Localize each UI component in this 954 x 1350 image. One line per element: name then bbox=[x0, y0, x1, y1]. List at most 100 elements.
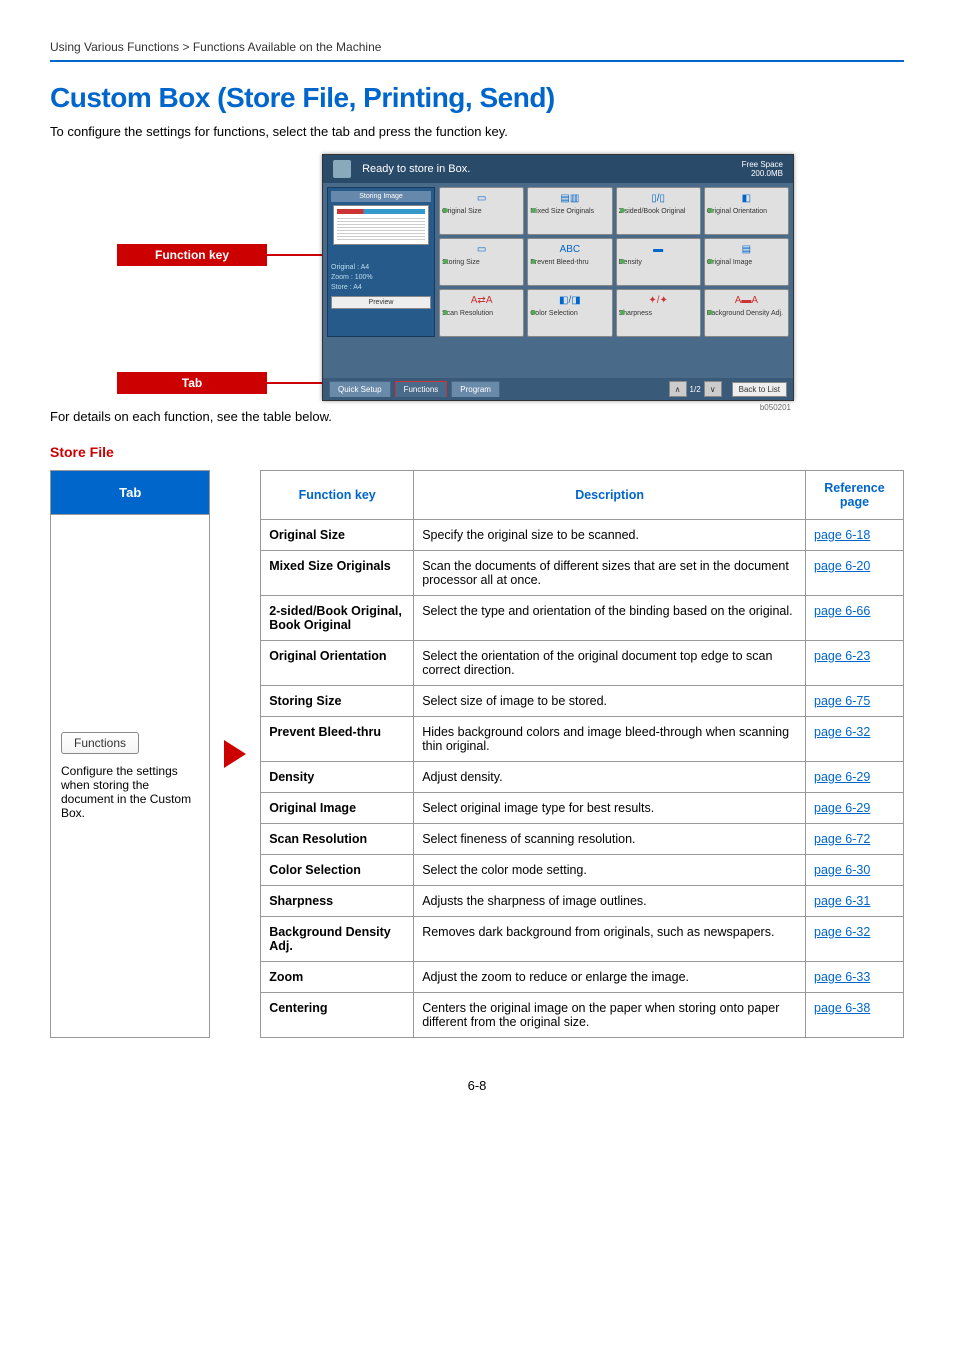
fn-name-cell: Prevent Bleed-thru bbox=[261, 717, 414, 762]
fn-bg-density[interactable]: A▬ABackground Density Adj. bbox=[704, 289, 789, 337]
fn-original-size[interactable]: ▭Original Size bbox=[439, 187, 524, 235]
storing-image-label: Storing Image bbox=[331, 191, 431, 202]
table-row: SharpnessAdjusts the sharpness of image … bbox=[261, 886, 904, 917]
fn-desc-cell: Select the color mode setting. bbox=[414, 855, 806, 886]
arrow-cell bbox=[220, 470, 250, 1038]
callout-line bbox=[257, 382, 332, 384]
fn-ref-cell: page 6-32 bbox=[806, 717, 904, 762]
fn-name-cell: Original Orientation bbox=[261, 641, 414, 686]
reference-link[interactable]: page 6-32 bbox=[814, 725, 870, 739]
table-row: Prevent Bleed-thruHides background color… bbox=[261, 717, 904, 762]
reference-link[interactable]: page 6-66 bbox=[814, 604, 870, 618]
page-title: Custom Box (Store File, Printing, Send) bbox=[50, 82, 904, 114]
fn-ref-cell: page 6-29 bbox=[806, 762, 904, 793]
tab-program[interactable]: Program bbox=[451, 381, 500, 397]
table-row: Original OrientationSelect the orientati… bbox=[261, 641, 904, 686]
fn-orientation[interactable]: ◧Original Orientation bbox=[704, 187, 789, 235]
screen-footer: Quick Setup Functions Program ∧ 1/2 ∨ Ba… bbox=[323, 378, 793, 400]
fn-storing-size[interactable]: ▭Storing Size bbox=[439, 238, 524, 286]
tab-functions[interactable]: Functions bbox=[395, 381, 448, 397]
fn-ref-cell: page 6-18 bbox=[806, 520, 904, 551]
fn-ref-cell: page 6-20 bbox=[806, 551, 904, 596]
page-up-button[interactable]: ∧ bbox=[669, 381, 687, 397]
fn-desc-cell: Select original image type for best resu… bbox=[414, 793, 806, 824]
reference-link[interactable]: page 6-32 bbox=[814, 925, 870, 939]
tab-column: Tab Functions Configure the settings whe… bbox=[50, 470, 210, 1038]
tab-quick-setup[interactable]: Quick Setup bbox=[329, 381, 391, 397]
box-icon bbox=[333, 160, 351, 178]
screenshot-id: b050201 bbox=[760, 403, 791, 412]
page-indicator: 1/2 bbox=[690, 385, 701, 394]
table-row: 2-sided/Book Original, Book OriginalSele… bbox=[261, 596, 904, 641]
fn-sharpness[interactable]: ✦/✦Sharpness bbox=[616, 289, 701, 337]
callout-function-key: Function key bbox=[117, 244, 267, 266]
preview-button[interactable]: Preview bbox=[331, 296, 431, 309]
reference-link[interactable]: page 6-20 bbox=[814, 559, 870, 573]
header-rule bbox=[50, 60, 904, 62]
reference-link[interactable]: page 6-18 bbox=[814, 528, 870, 542]
reference-link[interactable]: page 6-29 bbox=[814, 801, 870, 815]
fn-name-cell: Original Image bbox=[261, 793, 414, 824]
functions-tab-pill: Functions bbox=[61, 732, 139, 754]
screen-header: Ready to store in Box. Free Space 200.0M… bbox=[323, 155, 793, 183]
pager: ∧ 1/2 ∨ bbox=[669, 381, 722, 397]
fn-name-cell: Scan Resolution bbox=[261, 824, 414, 855]
fn-name-cell: Centering bbox=[261, 993, 414, 1038]
meta-info: Original : A4 Zoom : 100% Store : A4 bbox=[331, 263, 431, 292]
page-down-button[interactable]: ∨ bbox=[704, 381, 722, 397]
fn-name-cell: 2-sided/Book Original, Book Original bbox=[261, 596, 414, 641]
page-number: 6-8 bbox=[50, 1078, 904, 1093]
fn-prevent-bleed[interactable]: ABCPrevent Bleed-thru bbox=[527, 238, 612, 286]
intro-text: To configure the settings for functions,… bbox=[50, 124, 904, 139]
fn-name-cell: Density bbox=[261, 762, 414, 793]
reference-link[interactable]: page 6-72 bbox=[814, 832, 870, 846]
free-space: Free Space 200.0MB bbox=[742, 160, 783, 178]
table-row: CenteringCenters the original image on t… bbox=[261, 993, 904, 1038]
reference-link[interactable]: page 6-33 bbox=[814, 970, 870, 984]
reference-link[interactable]: page 6-23 bbox=[814, 649, 870, 663]
table-row: Scan ResolutionSelect fineness of scanni… bbox=[261, 824, 904, 855]
reference-link[interactable]: page 6-38 bbox=[814, 1001, 870, 1015]
fn-name-cell: Storing Size bbox=[261, 686, 414, 717]
fn-desc-cell: Select the orientation of the original d… bbox=[414, 641, 806, 686]
header-text: Ready to store in Box. bbox=[362, 163, 470, 175]
section-heading: Store File bbox=[50, 444, 904, 460]
fn-desc-cell: Select size of image to be stored. bbox=[414, 686, 806, 717]
fn-desc-cell: Select fineness of scanning resolution. bbox=[414, 824, 806, 855]
fn-scan-res[interactable]: A⇄AScan Resolution bbox=[439, 289, 524, 337]
table-row: Color SelectionSelect the color mode set… bbox=[261, 855, 904, 886]
fn-name-cell: Mixed Size Originals bbox=[261, 551, 414, 596]
fn-ref-cell: page 6-30 bbox=[806, 855, 904, 886]
fn-ref-cell: page 6-33 bbox=[806, 962, 904, 993]
fn-ref-cell: page 6-29 bbox=[806, 793, 904, 824]
function-table: Function key Description Reference page … bbox=[260, 470, 904, 1038]
fn-name-cell: Sharpness bbox=[261, 886, 414, 917]
fn-ref-cell: page 6-31 bbox=[806, 886, 904, 917]
fn-desc-cell: Adjusts the sharpness of image outlines. bbox=[414, 886, 806, 917]
table-row: DensityAdjust density.page 6-29 bbox=[261, 762, 904, 793]
fn-density[interactable]: ▬Density bbox=[616, 238, 701, 286]
fn-ref-cell: page 6-23 bbox=[806, 641, 904, 686]
table-row: Background Density Adj.Removes dark back… bbox=[261, 917, 904, 962]
fn-desc-cell: Hides background colors and image bleed-… bbox=[414, 717, 806, 762]
touchscreen-mock: Ready to store in Box. Free Space 200.0M… bbox=[322, 154, 794, 401]
function-grid: ▭Original Size ▤▥Mixed Size Originals ▯/… bbox=[439, 187, 789, 337]
reference-link[interactable]: page 6-30 bbox=[814, 863, 870, 877]
fn-ref-cell: page 6-75 bbox=[806, 686, 904, 717]
back-to-list-button[interactable]: Back to List bbox=[732, 382, 787, 397]
callout-tab: Tab bbox=[117, 372, 267, 394]
reference-link[interactable]: page 6-31 bbox=[814, 894, 870, 908]
fn-original-image[interactable]: ▤Original Image bbox=[704, 238, 789, 286]
fn-color-sel[interactable]: ◧/◨Color Selection bbox=[527, 289, 612, 337]
fn-2sided-book[interactable]: ▯/▯2-sided/Book Original bbox=[616, 187, 701, 235]
table-row: ZoomAdjust the zoom to reduce or enlarge… bbox=[261, 962, 904, 993]
table-row: Storing SizeSelect size of image to be s… bbox=[261, 686, 904, 717]
th-function-key: Function key bbox=[261, 471, 414, 520]
fn-mixed-size[interactable]: ▤▥Mixed Size Originals bbox=[527, 187, 612, 235]
fn-desc-cell: Select the type and orientation of the b… bbox=[414, 596, 806, 641]
reference-link[interactable]: page 6-75 bbox=[814, 694, 870, 708]
fn-desc-cell: Removes dark background from originals, … bbox=[414, 917, 806, 962]
reference-link[interactable]: page 6-29 bbox=[814, 770, 870, 784]
left-panel: Storing Image Original : A4 Zoom : 100% … bbox=[327, 187, 435, 337]
fn-ref-cell: page 6-38 bbox=[806, 993, 904, 1038]
